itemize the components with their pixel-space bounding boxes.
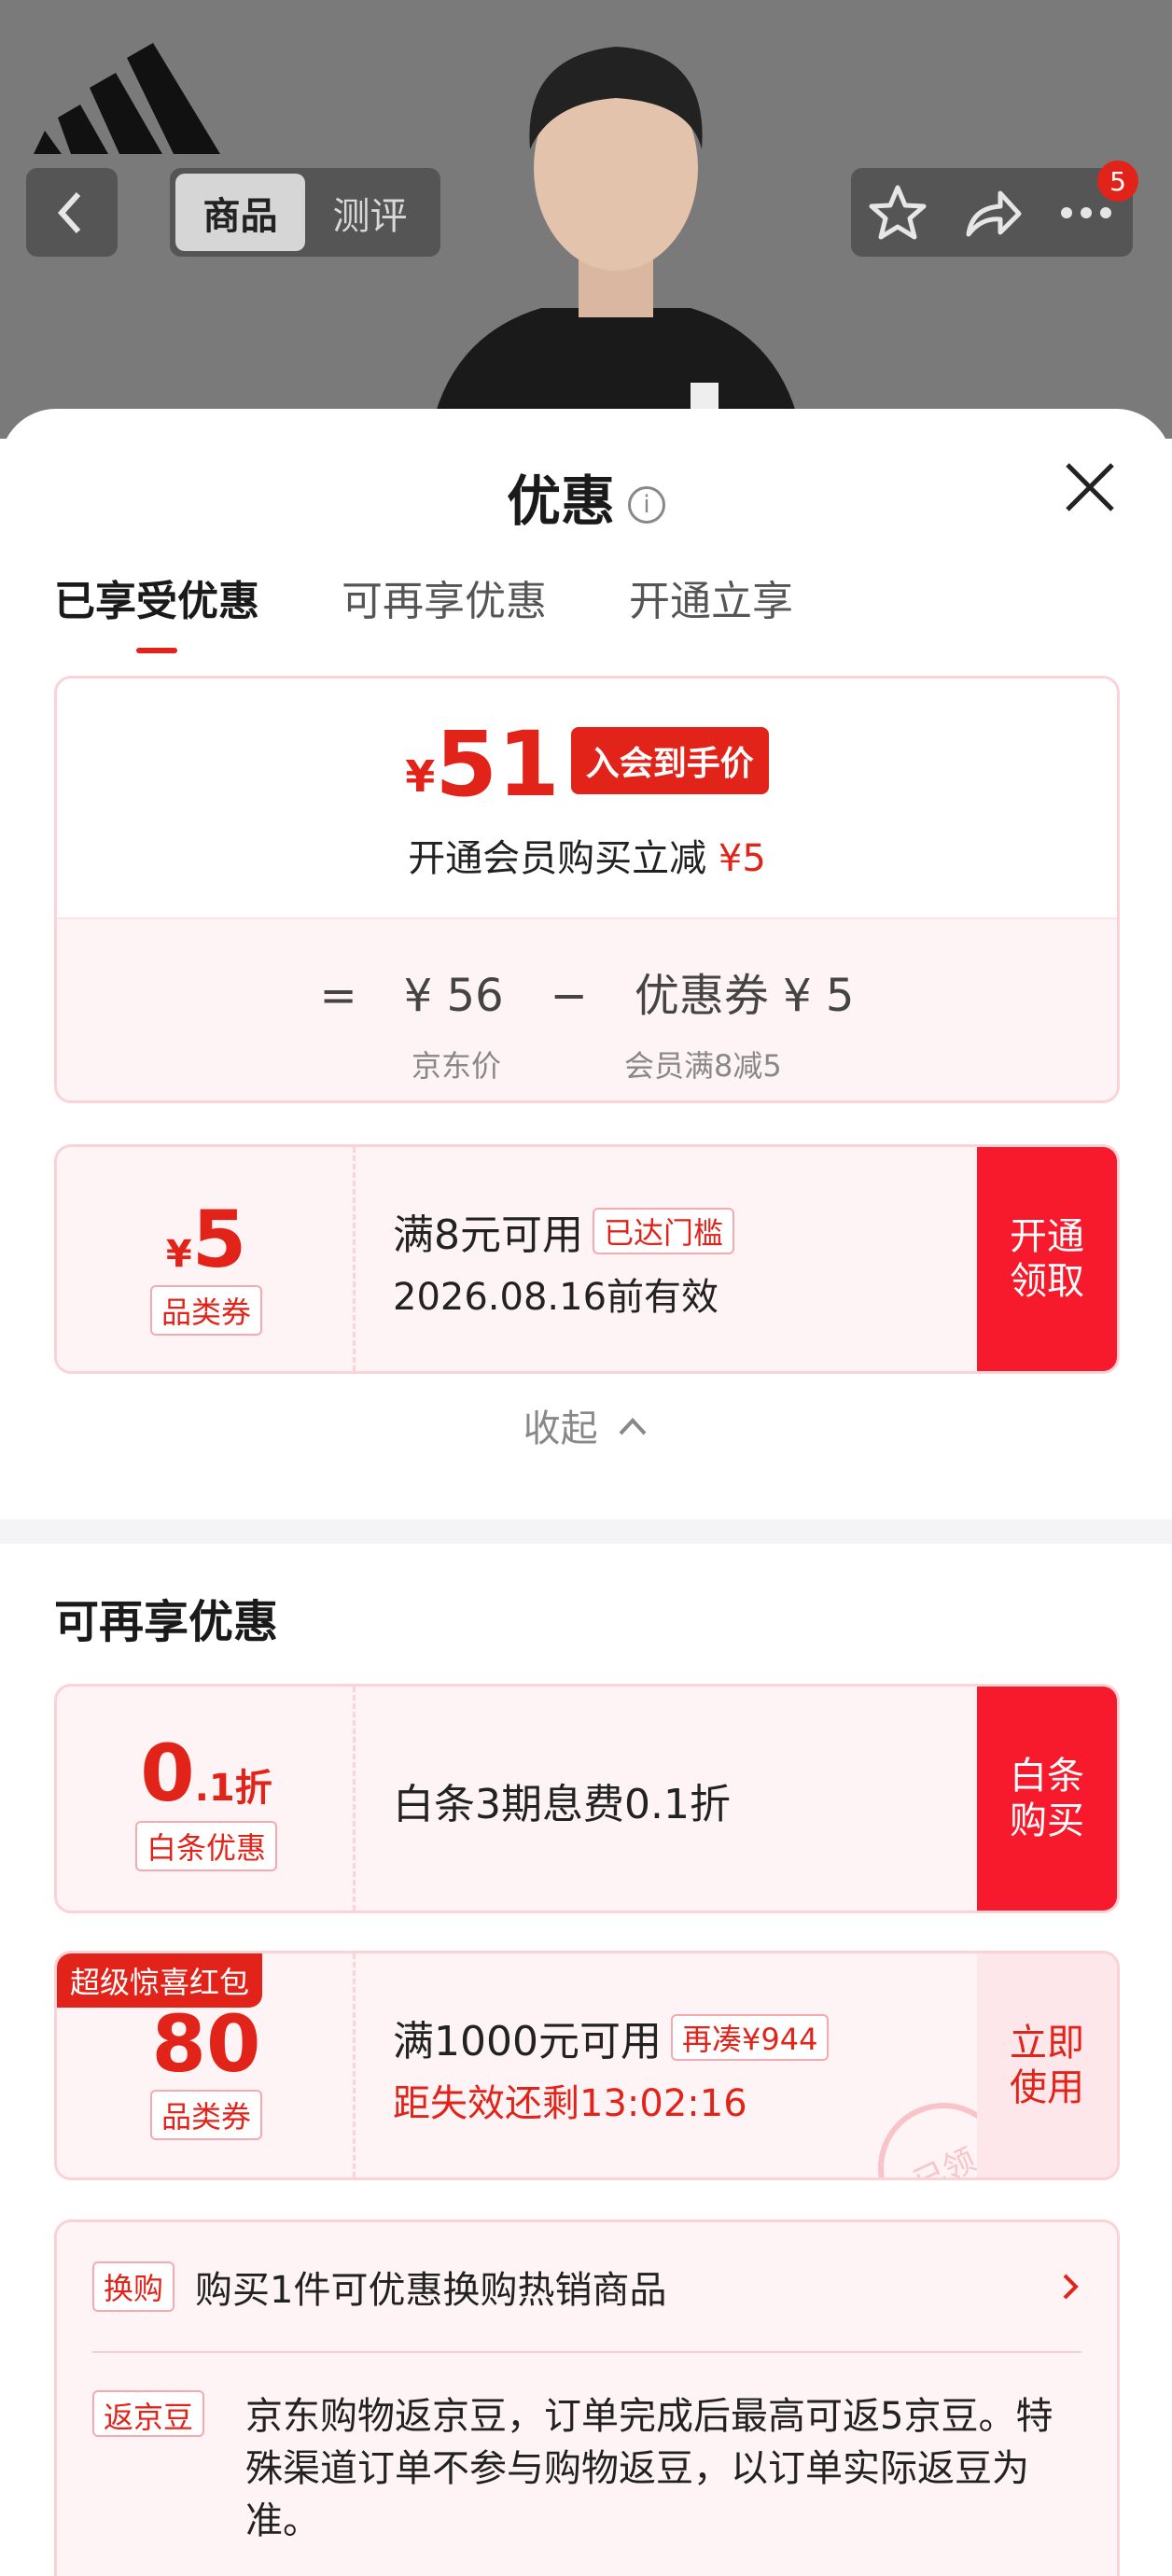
countdown: 距失效还剩13:02:16 (393, 2082, 747, 2125)
final-price: ¥51 入会到手价 (57, 712, 1117, 817)
promo-tabs: 已享受优惠 可再享优惠 开通立享 (54, 567, 793, 653)
minus-sign: − (550, 970, 588, 1022)
coupon-kind: 白条优惠 (57, 1821, 356, 1871)
coupon-value: 80 (151, 1998, 261, 2090)
price-formula: = ¥ 56 − 优惠券 ¥ 5 (57, 959, 1117, 1024)
tab-more[interactable]: 可再享优惠 (342, 567, 547, 627)
tab-open[interactable]: 开通立享 (629, 567, 793, 627)
collapse-label: 收起 (523, 1407, 598, 1450)
tab-review[interactable]: 测评 (305, 174, 435, 251)
sheet-title-text: 优惠 (506, 469, 615, 533)
price-subtitle: 开通会员购买立减 ¥5 (57, 828, 1117, 882)
baitiao-buy-button[interactable]: 白条购买 (977, 1687, 1117, 1911)
product-image-backdrop: 商品 测评 5 (0, 0, 1172, 439)
coupon-condition: 满1000元可用 (393, 2018, 662, 2065)
chevron-up-icon (619, 1418, 647, 1435)
use-now-button[interactable]: 立即使用 (977, 1953, 1117, 2177)
jingdou-chip: 返京豆 (92, 2390, 205, 2437)
coupon-desc: 白条3期息费0.1折 (393, 1781, 731, 1828)
coupon-amount: ¥5 (57, 1194, 356, 1285)
coupon-kind: 品类券 (57, 2090, 356, 2140)
coupon-currency: ¥ (165, 1233, 192, 1276)
discount-unit: .1折 (194, 1767, 272, 1810)
exchange-chip: 换购 (92, 2261, 175, 2312)
jd-price-label: 京东价 (412, 1048, 502, 1084)
price-sub-amount: ¥5 (718, 837, 766, 880)
price-breakdown-card: ¥51 入会到手价 开通会员购买立减 ¥5 = ¥ 56 − 优惠券 ¥ 5 京东… (54, 676, 1120, 1103)
price-value: 51 (435, 712, 560, 817)
model-photo (429, 47, 802, 439)
baitiao-card: 0.1折 白条优惠 白条3期息费0.1折 白条购买 (54, 1684, 1120, 1913)
info-icon[interactable]: i (628, 485, 665, 524)
jingdou-text: 京东购物返京豆，订单完成后最高可返5京豆。特殊渠道订单不参与购物返豆，以订单实际… (245, 2395, 1053, 2542)
share-icon[interactable] (959, 180, 1025, 245)
segment-control: 商品 测评 (170, 168, 440, 257)
back-button[interactable] (26, 168, 118, 257)
coupon-amount: 0.1折 (57, 1728, 356, 1819)
close-icon[interactable] (1062, 459, 1118, 515)
exchange-text: 购买1件可优惠换购热销商品 (195, 2269, 667, 2312)
coupon-card: ¥5 品类券 满8元可用 已达门槛 2026.08.16前有效 开通领取 (54, 1144, 1120, 1374)
discount-value: 0 (140, 1728, 195, 1819)
sheet-title: 优惠 i (0, 457, 1172, 536)
coupon-info: 白条3期息费0.1折 (393, 1771, 731, 1830)
coupon-kind: 品类券 (57, 1285, 356, 1336)
coupon-amount: 优惠券 ¥ 5 (634, 970, 855, 1022)
open-claim-button[interactable]: 开通领取 (977, 1147, 1117, 1371)
red-packet-card: 超级惊喜红包 80 品类券 满1000元可用 再凑¥944 距失效还剩13:02:… (54, 1951, 1120, 2180)
exchange-row[interactable]: 换购 购买1件可优惠换购热销商品 (92, 2260, 1081, 2314)
action-group: 5 (851, 161, 1138, 257)
jd-price: ¥ 56 (403, 970, 504, 1022)
jingdou-row: 返京豆 京东购物返京豆，订单完成后最高可返5京豆。特殊渠道订单不参与购物返豆，以… (92, 2390, 1081, 2547)
equals-sign: = (319, 970, 357, 1022)
chevron-left-icon (57, 191, 81, 234)
section-title: 可再享优惠 (54, 1596, 279, 1648)
coupon-info: 满1000元可用 再凑¥944 距失效还剩13:02:16 (393, 2008, 830, 2127)
coupon-value: 5 (191, 1194, 247, 1285)
coupon-valid: 2026.08.16前有效 (393, 1276, 719, 1319)
notification-badge: 5 (1097, 161, 1138, 202)
coupon-status: 已达门槛 (593, 1208, 735, 1254)
price-sub-text: 开通会员购买立减 (408, 837, 707, 880)
section-divider (0, 1519, 1172, 1544)
star-icon[interactable] (865, 180, 930, 245)
promotion-sheet: 优惠 i 已享受优惠 可再享优惠 开通立享 ¥51 入会到手价 开通会员购买立减 ¥… (0, 409, 1172, 2576)
coupon-condition: 满8元可用 (393, 1211, 583, 1259)
tab-enjoyed[interactable]: 已享受优惠 (54, 567, 259, 653)
coupon-info: 满8元可用 已达门槛 2026.08.16前有效 (393, 1201, 735, 1321)
collapse-toggle[interactable]: 收起 (0, 1398, 1172, 1452)
currency-symbol: ¥ (405, 751, 436, 802)
brand-logo (34, 43, 220, 154)
tab-goods[interactable]: 商品 (175, 174, 305, 251)
member-price-tag: 入会到手价 (570, 727, 769, 794)
top-up-pill: 再凑¥944 (670, 2014, 830, 2061)
extra-promotions: 换购 购买1件可优惠换购热销商品 返京豆 京东购物返京豆，订单完成后最高可返5京… (54, 2219, 1120, 2576)
row-separator (92, 2351, 1081, 2353)
coupon-label: 会员满8减5 (624, 1048, 782, 1084)
chevron-right-icon (1063, 2274, 1079, 2300)
